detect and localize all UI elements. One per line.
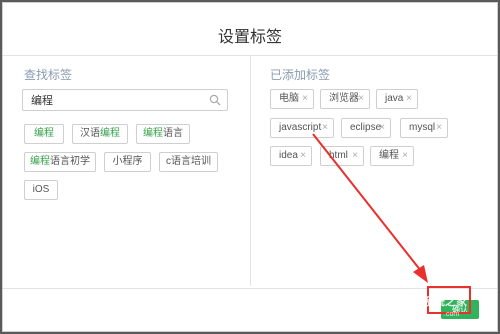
added-tag-label: 浏览器	[329, 93, 359, 104]
added-tag: eclipse ×	[341, 118, 391, 138]
tag-search-input[interactable]	[31, 93, 201, 107]
added-tag: javascript ×	[270, 118, 334, 138]
added-tag: 电脑 ×	[270, 89, 314, 109]
search-result-tag[interactable]: 汉语编程	[72, 124, 128, 144]
added-tag-label: eclipse	[350, 122, 382, 133]
added-tag-label: javascript	[279, 122, 322, 133]
tag-search-box[interactable]	[22, 89, 228, 111]
added-tag-label: html	[329, 150, 348, 161]
watermark-text: 系统之家	[423, 296, 467, 308]
remove-tag-icon[interactable]: ×	[406, 90, 412, 108]
remove-tag-icon[interactable]: ×	[358, 90, 364, 108]
search-result-tag[interactable]: 编程语言	[136, 124, 190, 144]
remove-tag-icon[interactable]: ×	[402, 147, 408, 165]
remove-tag-icon[interactable]: ×	[379, 119, 385, 137]
search-result-tag[interactable]: 编程语言初学	[24, 152, 96, 172]
search-icon[interactable]	[209, 94, 221, 106]
added-tag-label: mysql	[409, 122, 436, 133]
remove-tag-icon[interactable]: ×	[300, 147, 306, 165]
search-result-tag[interactable]: 编程	[24, 124, 64, 144]
added-tag: idea ×	[270, 146, 312, 166]
added-tag-label: 编程	[379, 150, 399, 161]
footer-divider	[3, 288, 497, 289]
added-tag-label: 电脑	[279, 93, 299, 104]
remove-tag-icon[interactable]: ×	[352, 147, 358, 165]
column-divider	[250, 56, 251, 286]
search-result-tag[interactable]: 小程序	[104, 152, 151, 172]
watermark-text: .com	[444, 311, 460, 318]
added-tag: html ×	[320, 146, 364, 166]
added-tag-label: java	[385, 93, 404, 104]
added-section-title: 已添加标签	[270, 68, 331, 82]
added-tag: java ×	[376, 89, 418, 109]
added-tag: mysql ×	[400, 118, 448, 138]
remove-tag-icon[interactable]: ×	[302, 90, 308, 108]
added-tag-label: idea	[279, 150, 298, 161]
dialog-title: 设置标签	[217, 29, 282, 46]
remove-tag-icon[interactable]: ×	[322, 119, 328, 137]
added-tag: 浏览器 ×	[320, 89, 370, 109]
added-tag: 编程 ×	[370, 146, 414, 166]
search-result-tag[interactable]: c语言培训	[159, 152, 218, 172]
remove-tag-icon[interactable]: ×	[436, 119, 442, 137]
search-section-title: 查找标签	[24, 68, 73, 82]
search-result-tag[interactable]: iOS	[24, 180, 58, 200]
